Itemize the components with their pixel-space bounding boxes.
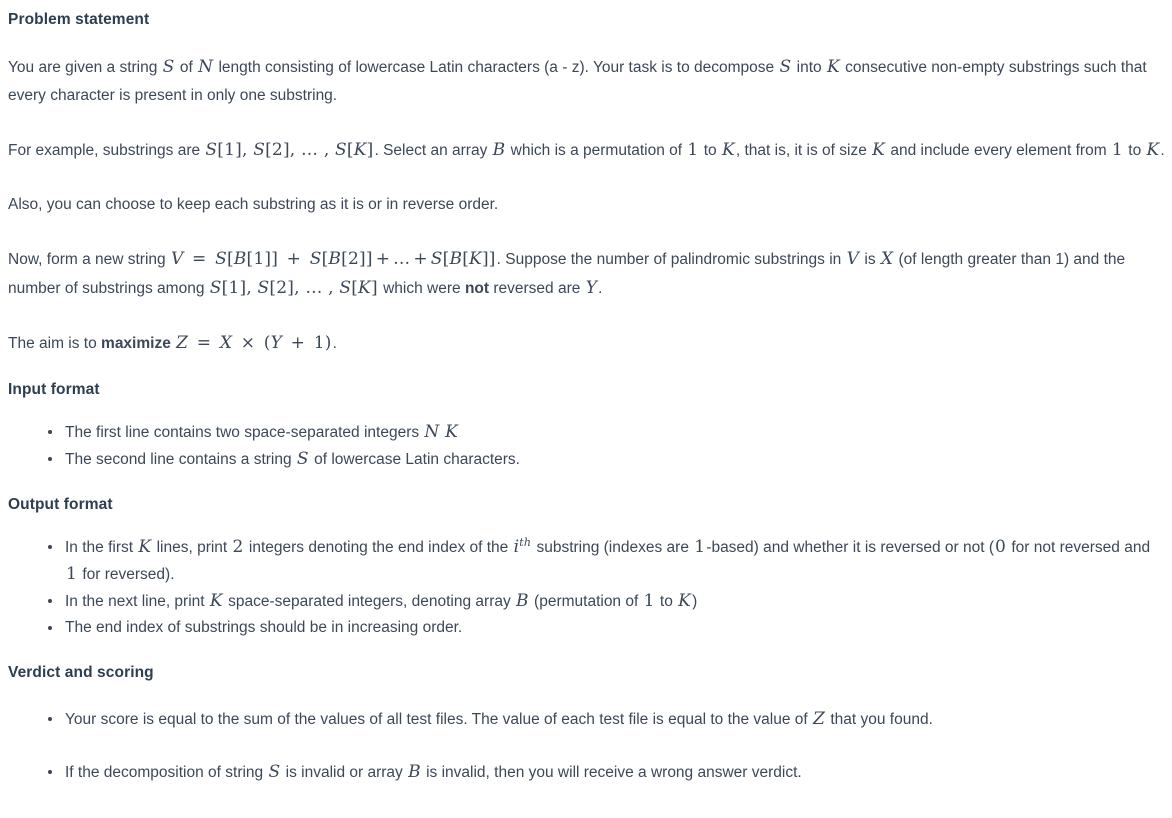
- inline-math: X: [880, 248, 894, 269]
- inline-math: Z = X × (Y + 1): [176, 332, 332, 353]
- inline-math: N K: [424, 421, 459, 442]
- heading-input-format: Input format: [8, 380, 100, 398]
- list-item: The end index of substrings should be in…: [48, 615, 1164, 641]
- paragraph-2: For example, substrings are S[1], S[2], …: [8, 139, 1165, 160]
- paragraph-4: Now, form a new string V = S[B[1]] + S[B…: [8, 248, 1126, 298]
- inline-math: K: [1146, 139, 1160, 160]
- list-item: The first line contains two space-separa…: [48, 419, 1164, 446]
- list-item: If the decomposition of string S is inva…: [48, 759, 1164, 786]
- list-item: In the next line, print K space-separate…: [48, 588, 1164, 615]
- inline-math: V: [846, 248, 860, 269]
- list-item: In the first K lines, print 2 integers d…: [48, 534, 1164, 588]
- input-format-list: The first line contains two space-separa…: [8, 419, 1164, 473]
- inline-math: K: [138, 536, 152, 557]
- inline-math: K: [721, 139, 735, 160]
- inline-math: Z: [813, 708, 826, 729]
- inline-math: N: [198, 56, 214, 77]
- inline-math: 1: [1111, 139, 1123, 160]
- inline-math: 1: [687, 139, 699, 160]
- inline-math: ith: [513, 535, 532, 557]
- output-format-list: In the first K lines, print 2 integers d…: [8, 534, 1164, 641]
- inline-math: 1: [643, 590, 655, 611]
- inline-math: S: [268, 761, 281, 782]
- inline-math: 1: [66, 563, 78, 584]
- emphasis-text: maximize: [101, 334, 171, 352]
- paragraph-5: The aim is to maximize Z = X × (Y + 1).: [8, 332, 337, 353]
- paragraph-3: Also, you can choose to keep each substr…: [8, 195, 499, 213]
- inline-math: K: [826, 56, 840, 77]
- inline-math: K: [209, 590, 223, 611]
- inline-math: Y: [585, 277, 598, 298]
- inline-math: K: [872, 139, 886, 160]
- verdict-scoring-list: Your score is equal to the sum of the va…: [8, 706, 1164, 786]
- inline-math: 2: [232, 536, 244, 557]
- problem-document: Problem statement You are given a string…: [0, 0, 1165, 786]
- heading-verdict-and-scoring: Verdict and scoring: [8, 663, 154, 681]
- emphasis-text: not: [464, 279, 490, 297]
- inline-math: S: [296, 448, 309, 469]
- inline-math: S: [779, 56, 792, 77]
- list-item: The second line contains a string S of l…: [48, 446, 1164, 473]
- heading-output-format: Output format: [8, 495, 113, 513]
- list-item: Your score is equal to the sum of the va…: [48, 706, 1164, 733]
- inline-math: V = S[B[1]] + S[B[2]] +… + S[B[K]]: [170, 248, 496, 269]
- inline-math: S: [162, 56, 175, 77]
- paragraph-1: You are given a string S of N length con…: [8, 56, 1147, 104]
- inline-math: 1: [694, 536, 706, 557]
- inline-math: B: [408, 761, 421, 782]
- inline-math: 0: [995, 536, 1007, 557]
- inline-math: S[1], S[2], … , S[K]: [209, 277, 378, 298]
- inline-math: B: [516, 590, 529, 611]
- inline-math: K: [678, 590, 692, 611]
- heading-problem-statement: Problem statement: [8, 11, 150, 28]
- inline-math: S[1], S[2], … , S[K]: [205, 139, 374, 160]
- inline-math: B: [492, 139, 506, 160]
